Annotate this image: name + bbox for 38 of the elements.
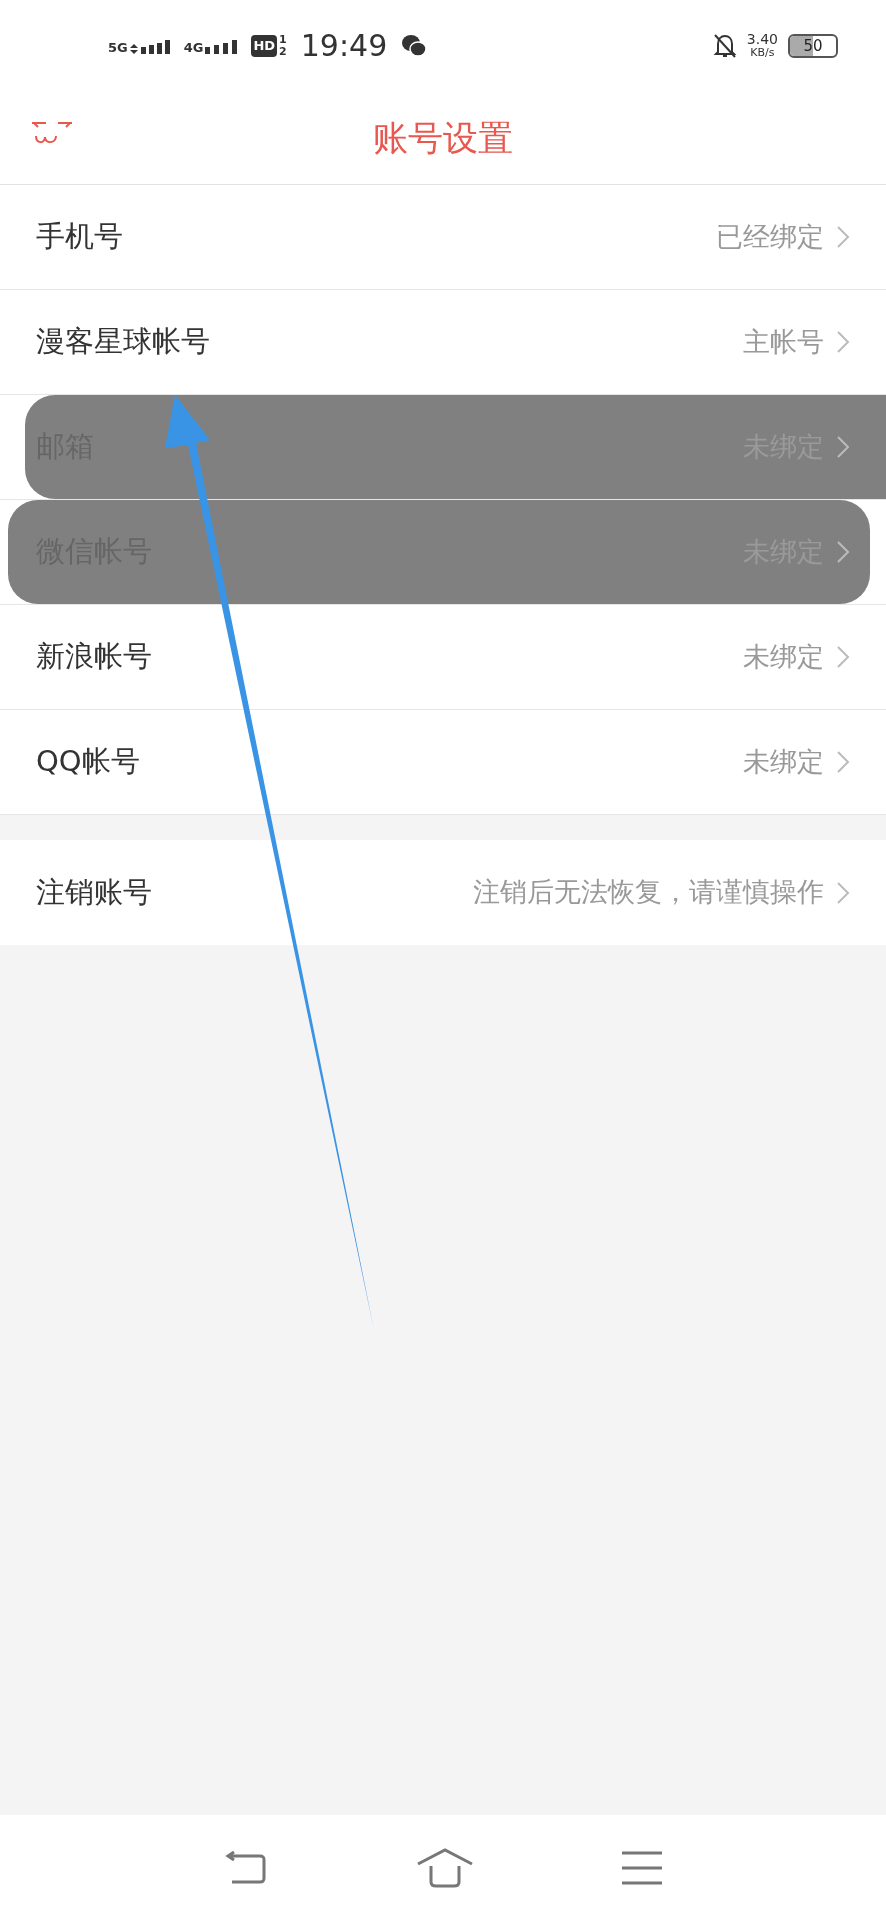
menu-icon[interactable]	[622, 1849, 662, 1886]
clock: 19:49	[300, 31, 388, 61]
chevron-right-icon	[836, 750, 850, 774]
row-label: QQ帐号	[36, 743, 140, 781]
back-icon[interactable]	[224, 1849, 268, 1886]
row-label: 手机号	[36, 218, 123, 256]
row-value: 未绑定	[743, 744, 824, 779]
home-icon[interactable]	[416, 1847, 474, 1888]
bell-off-icon	[712, 33, 737, 59]
chevron-right-icon	[836, 645, 850, 669]
row-label: 新浪帐号	[36, 638, 152, 676]
chevron-right-icon	[836, 330, 850, 354]
sim-number: 1	[279, 34, 287, 46]
settings-row[interactable]: 新浪帐号 未绑定	[0, 605, 886, 710]
chat-bubbles-icon	[401, 34, 428, 58]
speed-value: 3.40	[746, 33, 778, 46]
chevron-right-icon	[836, 880, 850, 905]
speed-unit: KB/s	[750, 46, 775, 59]
battery-percent: 50	[802, 38, 824, 54]
settings-row[interactable]: 漫客星球帐号 主帐号	[0, 290, 886, 395]
page-title: 账号设置	[373, 116, 513, 160]
row-label: 注销账号	[36, 873, 152, 911]
signal-icon	[129, 38, 170, 54]
row-value: 主帐号	[743, 324, 824, 359]
row-value: 注销后无法恢复，请谨慎操作	[473, 875, 824, 910]
hd-badge: HD	[251, 35, 278, 57]
network-label: 5G	[108, 41, 128, 54]
row-value: 未绑定	[743, 639, 824, 674]
chevron-right-icon	[836, 225, 850, 249]
network-label: 4G	[183, 41, 204, 54]
signal-icon	[205, 38, 238, 54]
chevron-right-icon	[836, 435, 850, 459]
settings-row[interactable]: QQ帐号 未绑定	[0, 710, 886, 815]
row-label: 漫客星球帐号	[36, 323, 210, 361]
row-value: 已经绑定	[716, 219, 824, 254]
sim-number: 2	[279, 46, 287, 58]
settings-row[interactable]: 手机号 已经绑定	[0, 185, 886, 290]
chevron-right-icon	[836, 540, 850, 564]
